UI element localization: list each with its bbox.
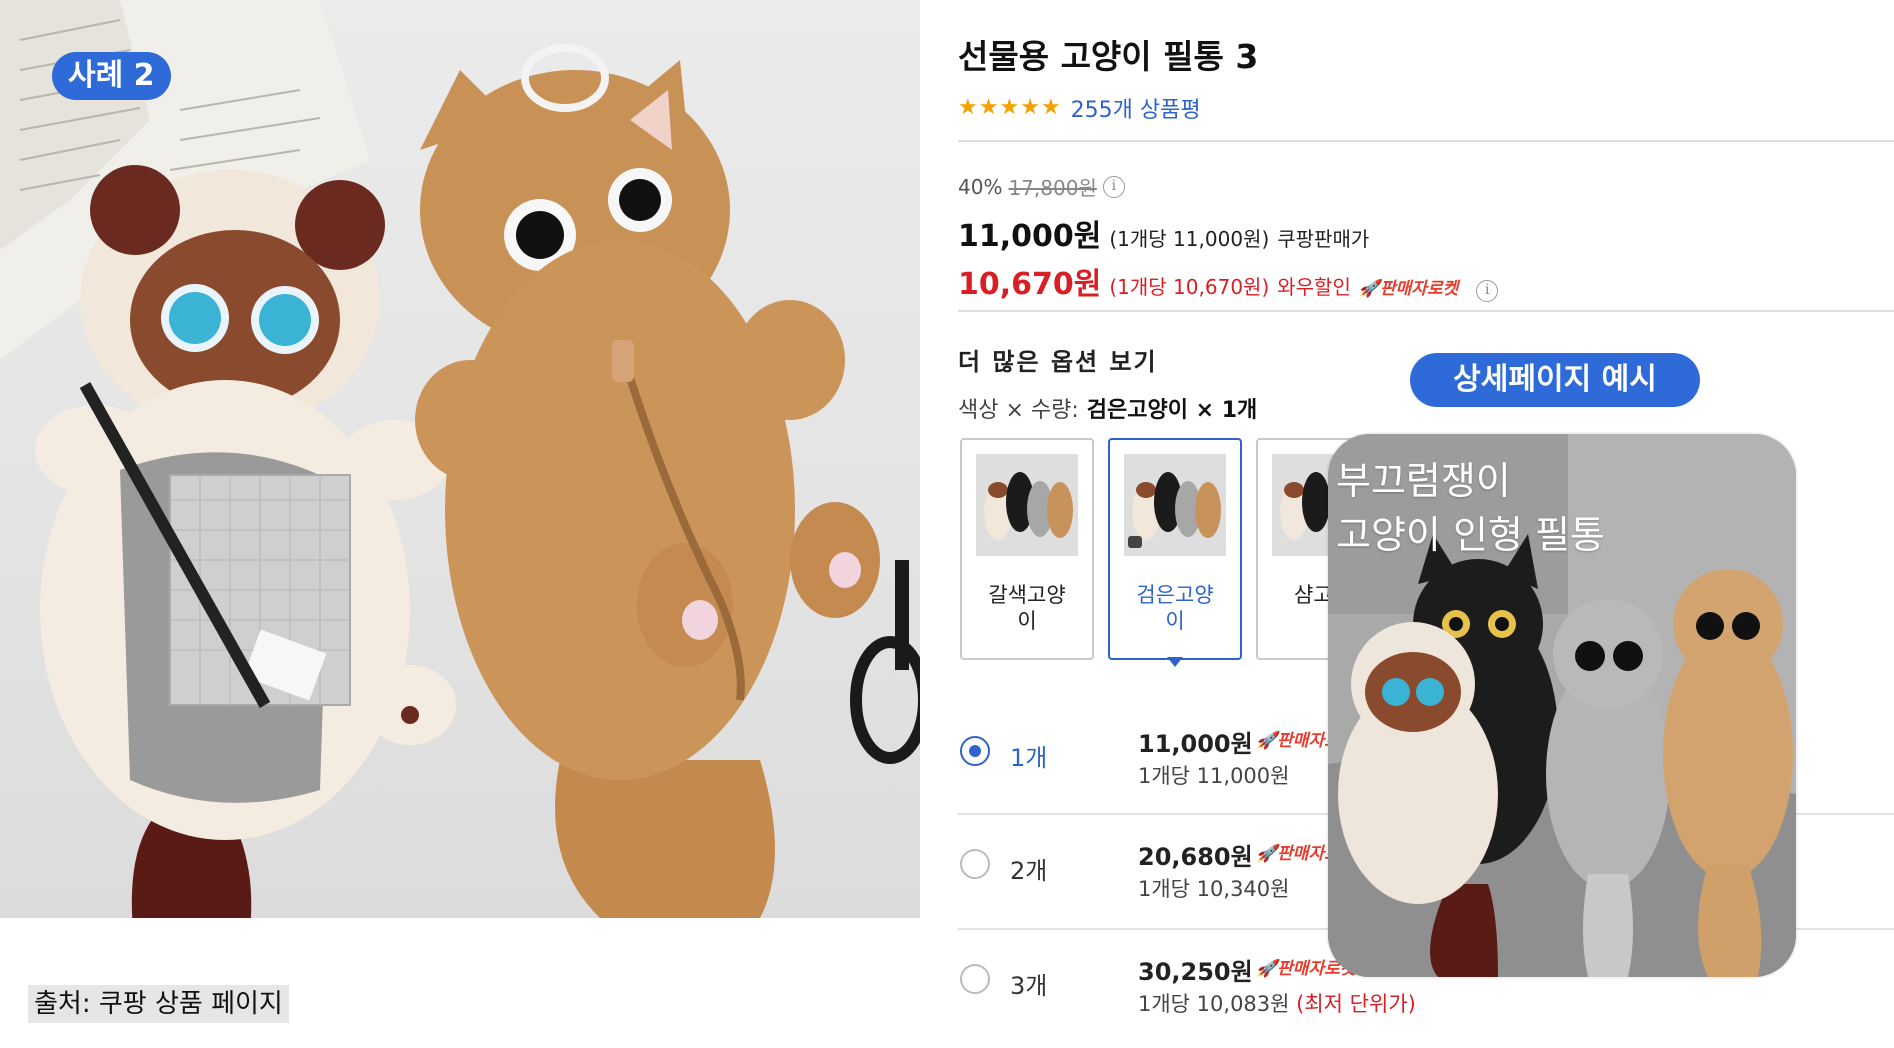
option-swatch-black[interactable]: 검은고양 이 [1108, 438, 1242, 660]
quantity-radio[interactable] [960, 964, 990, 994]
product-photo-illustration [0, 0, 920, 918]
option-summary: 색상 × 수량: 검은고양이 × 1개 [958, 392, 1257, 424]
seller-rocket-label: 판매자로켓 [1380, 279, 1459, 299]
source-caption: 출처: 쿠팡 상품 페이지 [28, 985, 289, 1023]
star-icon: ★ [978, 95, 999, 120]
product-photo: 사례 2 [0, 0, 920, 918]
option-swatch-brown[interactable]: 갈색고양 이 [960, 438, 1094, 660]
star-icon: ★ [999, 95, 1020, 120]
quantity-price: 11,000원 [1138, 730, 1253, 758]
sale-price-unit: (1개당 11,000원) [1109, 227, 1270, 251]
divider [958, 140, 1894, 142]
review-count-link[interactable]: 255개 상품평 [1071, 92, 1201, 124]
divider [958, 310, 1894, 312]
lowest-unit-price-note: (최저 단위가) [1296, 992, 1416, 1016]
case-badge: 사례 2 [52, 52, 171, 100]
discount-line: 40% 17,800원 i [958, 172, 1498, 201]
info-icon[interactable]: i [1102, 175, 1125, 198]
quantity-unit-price: 1개당 10,083원 (최저 단위가) [1138, 988, 1416, 1018]
example-caption-line-1: 부끄럼쟁이 [1336, 459, 1511, 503]
original-price: 17,800원 [1008, 176, 1097, 200]
swatch-thumbnail [976, 454, 1078, 556]
wow-price-unit: (1개당 10,670원) [1109, 275, 1270, 299]
swatch-label: 검은고양 이 [1136, 583, 1214, 633]
seller-rocket-badge: 🚀판매자로켓 [1358, 279, 1459, 299]
wow-price-type: 와우할인 [1277, 275, 1351, 299]
swatch-label: 갈색고양 이 [988, 583, 1066, 633]
product-title: 선물용 고양이 필통 3 [958, 37, 1259, 76]
wow-price-line: 10,670원 (1개당 10,670원) 와우할인 🚀판매자로켓 i [958, 259, 1499, 303]
wow-price: 10,670원 [958, 267, 1102, 302]
price-block: 40% 17,800원 i 11,000원 (1개당 11,000원) 쿠팡판매… [958, 172, 1499, 303]
quantity-price: 20,680원 [1138, 843, 1253, 871]
detail-page-example-badge: 상세페이지 예시 [1410, 353, 1700, 407]
coupang-price-line: 11,000원 (1개당 11,000원) 쿠팡판매가 [958, 211, 1498, 255]
discount-percent: 40% [958, 174, 1003, 199]
quantity-unit-price-text: 1개당 10,083원 [1138, 992, 1290, 1016]
sale-price: 11,000원 [958, 219, 1102, 254]
quantity-price: 30,250원 [1138, 958, 1253, 986]
sale-price-type: 쿠팡판매가 [1277, 227, 1370, 251]
quantity-radio[interactable] [960, 736, 990, 766]
quantity-label: 1개 [1010, 744, 1048, 772]
quantity-unit-price: 1개당 11,000원 [1138, 764, 1290, 788]
option-summary-prefix: 색상 × 수량: [958, 398, 1079, 423]
example-caption-line-2: 고양이 인형 필통 [1336, 513, 1605, 557]
quantity-unit-price: 1개당 10,340원 [1138, 877, 1290, 901]
rating-stars: ★ ★ ★ ★ ★ [958, 96, 1061, 120]
more-options-heading[interactable]: 더 많은 옵션 보기 [958, 342, 1158, 377]
info-icon[interactable]: i [1476, 280, 1499, 302]
star-icon: ★ [1020, 95, 1040, 120]
example-caption: 부끄럼쟁이 고양이 인형 필통 [1336, 454, 1605, 562]
selected-swatch-pointer [1167, 657, 1183, 667]
quantity-label: 3개 [1010, 972, 1048, 1000]
detail-page-example-card: 부끄럼쟁이 고양이 인형 필통 [1328, 434, 1796, 977]
quantity-label: 2개 [1010, 857, 1048, 885]
star-icon: ★ [958, 95, 978, 120]
rating-row: ★ ★ ★ ★ ★ 255개 상품평 [958, 92, 1201, 124]
quantity-radio[interactable] [960, 849, 990, 879]
swatch-thumbnail [1124, 454, 1226, 556]
option-summary-value: 검은고양이 × 1개 [1086, 398, 1258, 423]
star-icon: ★ [1040, 95, 1061, 120]
